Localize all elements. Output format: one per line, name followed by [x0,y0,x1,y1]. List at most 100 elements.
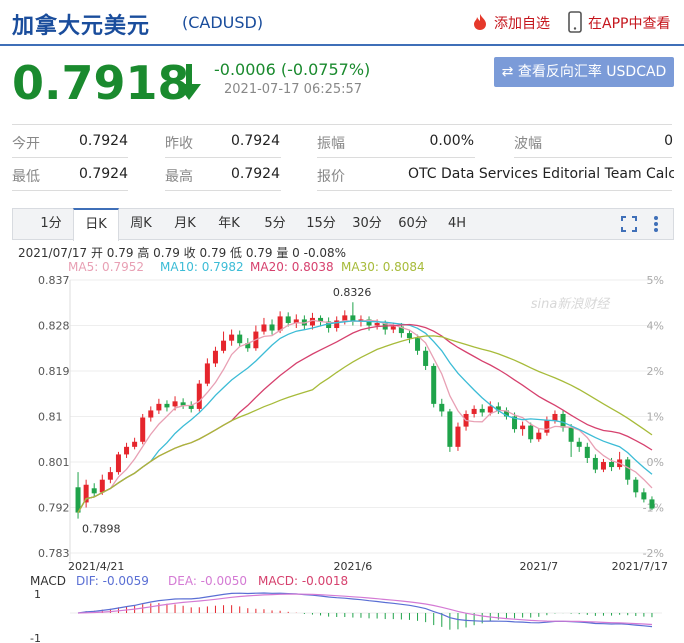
candle-body [124,446,130,455]
candle-body [148,410,154,418]
wave-label: 波幅 [514,136,542,152]
phone-icon[interactable] [568,11,582,33]
tab-weekly[interactable]: 周K [121,209,161,239]
candle-body [439,403,445,412]
pct-tick-label: 5% [647,274,664,287]
more-menu-icon[interactable] [653,215,659,233]
tab-5min[interactable]: 5分 [255,209,295,239]
divider [165,190,281,191]
y-tick-label: 0.837 [38,274,70,287]
candle-body [528,425,534,440]
tab-monthly[interactable]: 月K [165,209,205,239]
candle-body [204,363,210,384]
low-annotation: 0.7898 [82,523,121,536]
candle-body [536,432,542,440]
x-tick-label: 2021/6 [334,560,373,573]
ohlc-readout: 2021/07/17 开 0.79 高 0.79 收 0.79 低 0.79 量… [18,244,346,261]
candle-body [609,462,615,468]
candle-body [576,441,582,447]
y-tick-label: 0.792 [38,502,70,515]
candle-body [423,350,429,366]
tab-4h[interactable]: 4H [437,209,477,239]
tab-daily[interactable]: 日K [73,208,119,241]
amplitude-value: 0.00% [429,133,474,149]
candle-body [479,408,485,413]
dea-legend: DEA: -0.0050 [168,574,247,588]
amplitude-label: 振幅 [317,136,345,152]
fullscreen-icon[interactable] [621,216,637,232]
candle-body [91,488,97,494]
candle-body [115,454,121,473]
macd-title: MACD [30,574,66,588]
prev-close-label: 昨收 [165,136,193,152]
tab-15min[interactable]: 15分 [301,209,341,239]
reverse-rate-button[interactable]: ⇄ 查看反向汇率 USDCAD [494,57,674,87]
divider [12,157,128,158]
dif-legend: DIF: -0.0059 [76,574,149,588]
high-annotation: 0.8326 [333,286,372,299]
candle-body [625,459,631,480]
macd-chart: 1 -1 [30,588,662,643]
candle-body [269,324,275,331]
pct-tick-label: -2% [643,547,664,560]
candle-body [140,417,146,442]
currency-code: (CADUSD) [182,13,264,32]
candle-body [374,322,380,326]
open-label: 今开 [12,136,40,152]
flame-icon[interactable] [470,12,490,32]
ohlc-text: 2021/07/17 开 0.79 高 0.79 收 0.79 低 0.79 量… [18,246,347,260]
candle-body [221,340,227,351]
candle-body [544,420,550,433]
candle-body [261,324,267,332]
candle-body [584,446,590,458]
quote-timestamp: 2021-07-17 06:25:57 [224,82,363,97]
candle-body [237,334,243,344]
candle-body [342,315,348,321]
wave-value: 0 [664,133,673,149]
source-label: 报价 [317,169,345,185]
candle-body [212,350,218,364]
current-price: 0.7918 [12,56,190,110]
divider [317,190,672,191]
candle-body [431,365,437,404]
candle-body [164,403,170,408]
prev-close-value: 0.7924 [231,133,280,149]
candle-body [196,383,202,409]
ma30-line [77,335,653,513]
dea-line [77,593,653,626]
pct-tick-label: 0% [647,456,664,469]
candle-body [649,499,655,509]
y-tick-label: 0.783 [38,547,70,560]
tab-1min[interactable]: 1分 [31,209,71,239]
page-title: 加拿大元美元 [12,14,151,39]
reverse-rate-label: 查看反向汇率 USDCAD [517,64,667,80]
x-tick-label: 2021/7/17 [612,560,668,573]
pct-tick-label: 2% [647,365,664,378]
high-value: 0.7924 [231,166,280,182]
price-change: -0.0006 (-0.0757%) [214,60,371,79]
macd-tick-label: 1 [34,588,41,601]
candle-body [132,441,138,447]
divider [514,157,672,158]
pct-tick-label: 4% [647,320,664,333]
tab-yearly[interactable]: 年K [209,209,249,239]
y-tick-label: 0.828 [38,320,70,333]
candle-body [415,338,421,351]
period-tabs: 1分 日K 周K 月K 年K 5分 15分 30分 60分 4H [12,208,674,241]
candlestick-chart[interactable]: 0.837 5% 0.828 4% 0.819 2% 0.81 1% 0.801 0% 0.792 -… [0,270,684,575]
candle-body [229,334,235,341]
low-value: 0.7924 [79,166,128,182]
candle-body [487,406,493,413]
open-in-app-link[interactable]: 在APP中查看 [588,13,670,33]
y-tick-label: 0.81 [38,411,63,424]
pct-tick-label: 1% [647,411,664,424]
candle-body [447,411,453,447]
header-bar: 加拿大元美元 (CADUSD) 添加自选 在APP中查看 [0,0,684,46]
add-favorite-link[interactable]: 添加自选 [494,13,550,33]
candle-body [560,413,566,428]
candle-body [107,472,113,480]
tab-60min[interactable]: 60分 [393,209,433,239]
tab-30min[interactable]: 30分 [347,209,387,239]
candle-body [520,425,526,430]
candle-body [568,427,574,442]
